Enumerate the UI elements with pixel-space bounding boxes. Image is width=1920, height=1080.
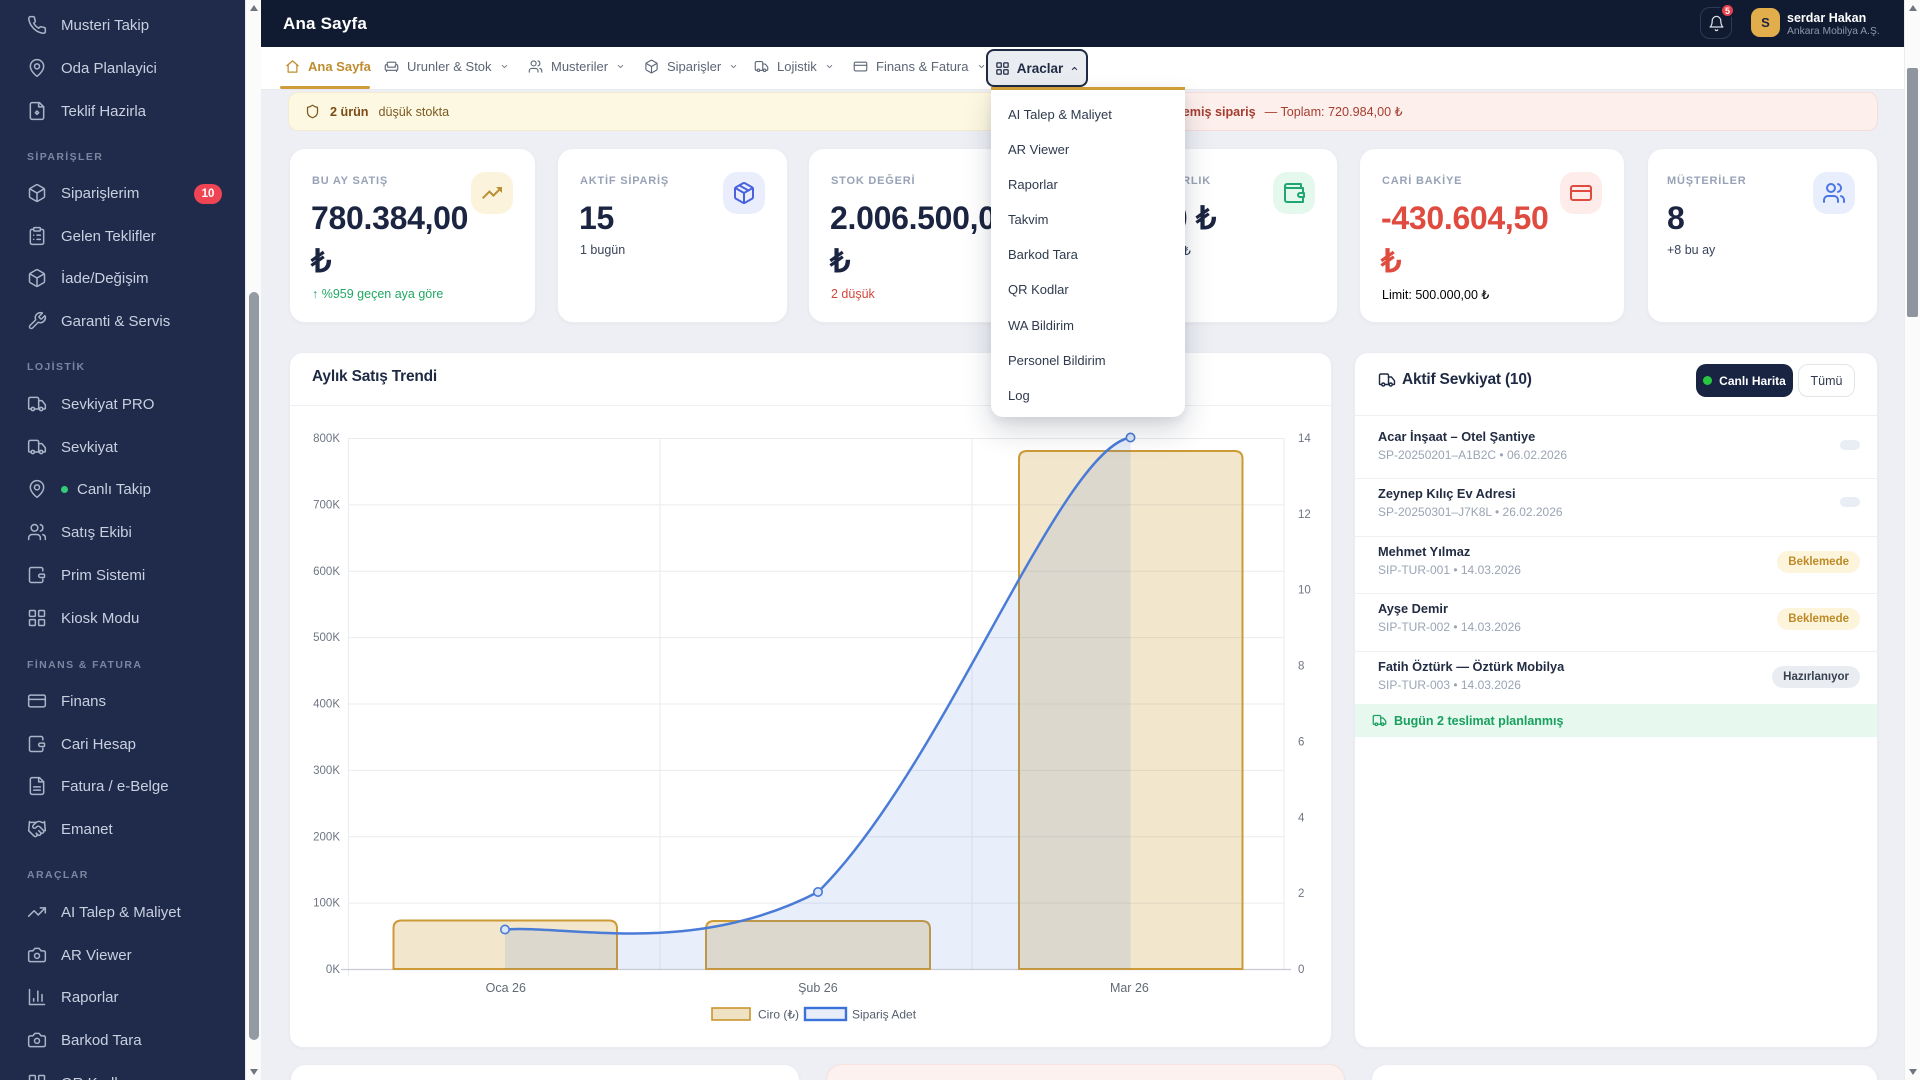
svg-text:Mar 26: Mar 26: [1110, 981, 1149, 995]
svg-text:4: 4: [1298, 812, 1305, 824]
svg-text:12: 12: [1298, 509, 1311, 521]
svg-text:Ciro (₺): Ciro (₺): [758, 1008, 799, 1022]
svg-text:400K: 400K: [313, 699, 340, 711]
svg-text:0: 0: [1298, 964, 1304, 976]
svg-text:Oca 26: Oca 26: [486, 981, 526, 995]
svg-text:10: 10: [1298, 585, 1311, 597]
svg-text:100K: 100K: [313, 898, 340, 910]
svg-text:8: 8: [1298, 661, 1304, 673]
svg-text:600K: 600K: [313, 566, 340, 578]
svg-text:200K: 200K: [313, 831, 340, 843]
svg-text:800K: 800K: [313, 433, 340, 445]
svg-text:700K: 700K: [313, 499, 340, 511]
svg-text:300K: 300K: [313, 765, 340, 777]
svg-text:Şub 26: Şub 26: [798, 981, 838, 995]
svg-text:Sipariş Adet: Sipariş Adet: [852, 1008, 917, 1022]
svg-text:0K: 0K: [326, 964, 340, 976]
svg-text:14: 14: [1298, 433, 1311, 445]
svg-text:6: 6: [1298, 736, 1304, 748]
svg-text:500K: 500K: [313, 632, 340, 644]
svg-text:2: 2: [1298, 888, 1304, 900]
